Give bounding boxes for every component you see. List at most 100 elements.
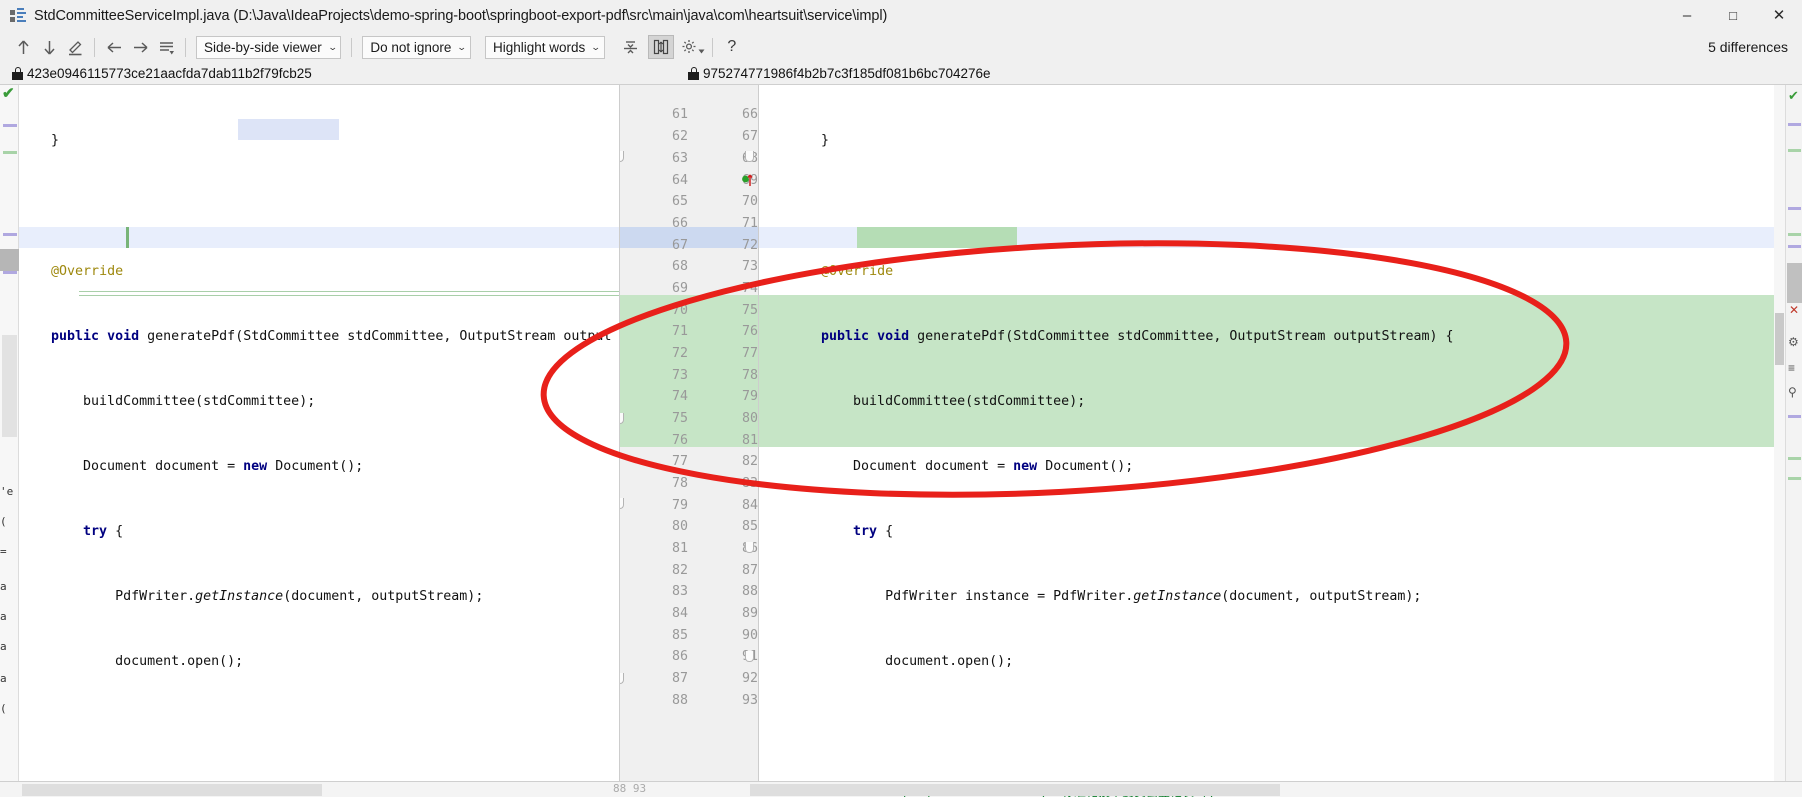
edit-pencil-icon[interactable] — [62, 35, 88, 59]
right-line-number: 70 — [741, 194, 758, 209]
forward-arrow-icon[interactable] — [127, 35, 153, 59]
right-line-number: 71 — [741, 216, 758, 231]
right-revision-hash: 975274771986f4b2b7c3f185df081b6bc704276e — [703, 65, 991, 81]
toolbar-separator-1 — [94, 37, 95, 57]
left-line-number: 68 — [671, 259, 688, 274]
left-line-number: 86 — [671, 649, 688, 664]
change-marker[interactable] — [3, 124, 17, 127]
collapse-icon[interactable]: ≡ — [1788, 361, 1795, 375]
lines-menu-icon[interactable] — [153, 35, 179, 59]
help-button[interactable]: ? — [719, 35, 745, 59]
change-marker[interactable] — [1788, 233, 1801, 236]
back-arrow-icon[interactable] — [101, 35, 127, 59]
change-marker[interactable] — [1788, 123, 1801, 126]
left-code-text: } @Override public void generatePdf(StdC… — [19, 85, 611, 797]
change-marker[interactable] — [1788, 245, 1801, 248]
toolbar-separator-4 — [711, 37, 713, 57]
check-icon: ✔ — [2, 85, 15, 102]
left-line-number: 88 — [671, 693, 688, 708]
code-line: @Override — [51, 263, 124, 279]
left-line-number: 74 — [671, 389, 688, 404]
diff-area: ✔ } @Override public void generatePdf(St… — [0, 84, 1802, 797]
toolbar: Side-by-side viewer ⌄ Do not ignore ⌄ Hi… — [0, 32, 1802, 62]
scroll-thumb[interactable] — [0, 249, 19, 271]
code-line: document.open(); — [789, 654, 1014, 670]
chevron-down-icon: ⌄ — [590, 41, 602, 52]
maximize-icon: □ — [1729, 8, 1737, 23]
left-line-number: 71 — [671, 324, 688, 339]
left-line-number: 75 — [671, 411, 688, 426]
change-marker[interactable] — [1788, 457, 1801, 460]
gear-icon[interactable]: ⚙ — [1788, 335, 1799, 349]
left-line-number: 67 — [671, 238, 688, 253]
highlight-mode-label: Highlight words — [492, 39, 586, 55]
code-line: PdfWriter.getInstance(document, outputSt… — [19, 589, 484, 605]
right-revision[interactable]: 975274771986f4b2b7c3f185df081b6bc704276e — [688, 66, 991, 81]
right-line-number: 87 — [741, 563, 758, 578]
previous-difference-button[interactable] — [10, 35, 36, 59]
fold-handle-icon[interactable] — [745, 651, 754, 662]
left-line-number: 66 — [671, 216, 688, 231]
change-marker[interactable] — [1788, 415, 1801, 418]
background-line-number: 88 93 — [613, 782, 647, 795]
toolbar-separator-3 — [351, 37, 353, 57]
background-scroll-thumb — [22, 784, 322, 796]
change-marker[interactable] — [3, 271, 17, 274]
scroll-thumb[interactable] — [1787, 263, 1802, 303]
code-line: @Override — [821, 263, 894, 279]
right-line-number: 90 — [741, 628, 758, 643]
left-line-number: 83 — [671, 584, 688, 599]
left-code-pane[interactable]: } @Override public void generatePdf(StdC… — [19, 85, 619, 797]
left-revision[interactable]: 423e0946115773ce21aacfda7dab11b2f79fcb25 — [12, 66, 312, 81]
change-marker[interactable] — [3, 233, 17, 236]
lock-icon — [12, 66, 23, 80]
sync-scroll-icon[interactable] — [647, 35, 674, 59]
left-line-number: 61 — [671, 107, 688, 122]
right-line-number: 82 — [741, 454, 758, 469]
right-line-number: 88 — [741, 584, 758, 599]
change-marker[interactable] — [1788, 149, 1801, 152]
right-code-text: } @Override public void generatePdf(StdC… — [759, 85, 1614, 797]
right-line-number: 83 — [741, 476, 758, 491]
background-window-edge: 'e ( = a a a a ( — [0, 485, 14, 715]
title-bar: StdCommitteeServiceImpl.java (D:\Java\Id… — [0, 0, 1802, 32]
left-line-number: 62 — [671, 129, 688, 144]
left-line-number: 70 — [671, 303, 688, 318]
background-window-strip: headInfo.put("firstHeadInfo", "标准化技术委员会登… — [0, 781, 1802, 797]
right-line-number: 72 — [741, 238, 758, 253]
right-change-markers[interactable]: ✔ ✕ ⚙ ≡ ⚲ — [1785, 85, 1802, 797]
collapse-unchanged-icon[interactable] — [618, 35, 644, 59]
right-line-number: 76 — [741, 324, 758, 339]
code-line: PdfWriter instance = PdfWriter.getInstan… — [789, 589, 1422, 605]
viewport-indicator[interactable] — [2, 335, 17, 437]
left-line-number: 84 — [671, 606, 688, 621]
left-line-number: 80 — [671, 519, 688, 534]
search-icon[interactable]: ⚲ — [1788, 385, 1797, 399]
right-vertical-scrollbar[interactable] — [1774, 85, 1785, 797]
fold-handle-icon[interactable] — [745, 151, 754, 162]
right-vscroll-thumb[interactable] — [1775, 313, 1784, 365]
highlight-mode-dropdown[interactable]: Highlight words ⌄ — [484, 35, 605, 59]
minimize-button[interactable]: – — [1664, 0, 1710, 32]
diff-viewer-window: StdCommitteeServiceImpl.java (D:\Java\Id… — [0, 0, 1802, 797]
change-marker[interactable] — [3, 151, 17, 154]
right-line-number: 74 — [741, 281, 758, 296]
viewer-mode-dropdown[interactable]: Side-by-side viewer ⌄ — [196, 35, 342, 59]
modified-marker-right[interactable] — [742, 173, 753, 186]
revision-header-row: 423e0946115773ce21aacfda7dab11b2f79fcb25… — [0, 62, 1802, 84]
right-code-pane[interactable]: } @Override public void generatePdf(StdC… — [759, 85, 1785, 797]
settings-gear-icon[interactable] — [680, 35, 706, 59]
left-line-number — [620, 85, 688, 104]
next-difference-button[interactable] — [36, 35, 62, 59]
close-button[interactable]: ✕ — [1756, 0, 1802, 32]
fold-handle-icon[interactable] — [745, 542, 754, 553]
change-marker[interactable] — [1788, 477, 1801, 480]
right-line-number: 84 — [741, 498, 758, 513]
close-icon[interactable]: ✕ — [1789, 303, 1799, 317]
maximize-button[interactable]: □ — [1710, 0, 1756, 32]
code-line: buildCommittee(stdCommittee); — [789, 393, 1086, 409]
right-line-number: 81 — [741, 433, 758, 448]
change-marker[interactable] — [1788, 207, 1801, 210]
whitespace-mode-dropdown[interactable]: Do not ignore ⌄ — [362, 35, 471, 59]
